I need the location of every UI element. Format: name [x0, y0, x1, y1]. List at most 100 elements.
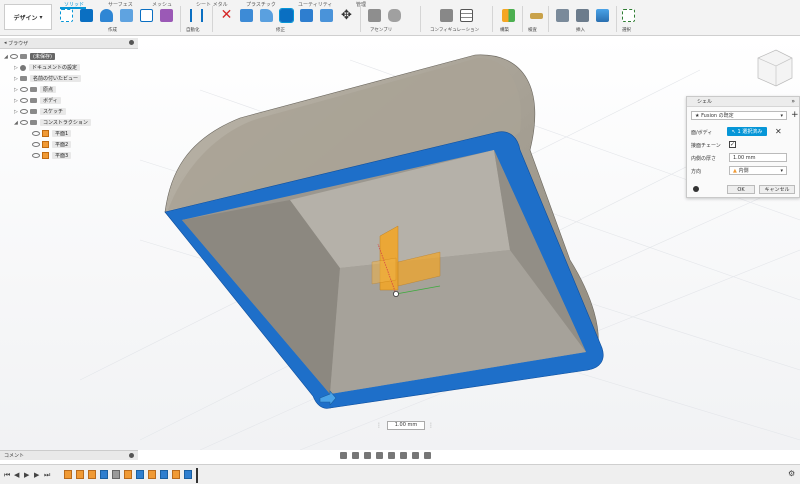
hole-icon[interactable]: [120, 9, 133, 22]
dialog-collapse-icon[interactable]: »: [791, 98, 795, 105]
info-icon[interactable]: [693, 186, 699, 192]
combine-icon[interactable]: [300, 9, 313, 22]
revolve-icon[interactable]: [100, 9, 113, 22]
clear-selection-icon[interactable]: ✕: [775, 127, 782, 136]
timeline-feature[interactable]: [136, 470, 144, 479]
select-group-label[interactable]: 選択: [622, 27, 631, 33]
timeline-feature[interactable]: [112, 470, 120, 479]
table-icon[interactable]: [460, 9, 473, 22]
timeline-feature[interactable]: [100, 470, 108, 479]
orbit-icon[interactable]: [340, 451, 347, 459]
timeline-feature[interactable]: [124, 470, 132, 479]
tab-utilities[interactable]: ユーティリティ: [298, 1, 332, 8]
tab-manage[interactable]: 管理: [356, 1, 366, 8]
direction-dropdown[interactable]: ▲ 内側 ▾: [729, 166, 787, 175]
tree-item-origin[interactable]: ▷ 原点: [14, 85, 57, 94]
new-component-icon[interactable]: [368, 9, 381, 22]
assemble-group-label[interactable]: アセンブリ: [370, 27, 392, 33]
preset-dropdown[interactable]: ★ Fusion の既定 ▾: [691, 111, 787, 120]
origin-point[interactable]: [392, 290, 399, 297]
insert-group-label[interactable]: 挿入: [576, 27, 585, 33]
select-icon[interactable]: [622, 9, 635, 22]
pan-icon[interactable]: [364, 451, 371, 459]
joint-icon[interactable]: [388, 9, 401, 22]
tree-item-construction[interactable]: ◢ コンストラクション: [14, 118, 91, 127]
visibility-eye-icon[interactable]: [32, 142, 40, 147]
visibility-eye-icon[interactable]: [20, 98, 28, 103]
visibility-eye-icon[interactable]: [32, 131, 40, 136]
comments-panel[interactable]: コメント: [0, 450, 138, 460]
timeline-settings-gear-icon[interactable]: ⚙: [788, 469, 795, 478]
visibility-eye-icon[interactable]: [20, 109, 28, 114]
tree-item-sketches[interactable]: ▷ スケッチ: [14, 107, 67, 116]
display-settings-icon[interactable]: [400, 451, 407, 459]
construct-plane-icon[interactable]: [502, 9, 515, 22]
play-icon[interactable]: ▶: [24, 471, 29, 479]
ok-button[interactable]: OK: [727, 185, 755, 194]
visibility-eye-icon[interactable]: [32, 153, 40, 158]
tree-item-bodies[interactable]: ▷ ボディ: [14, 96, 61, 105]
zoom-icon[interactable]: [376, 451, 383, 459]
viewports-icon[interactable]: [424, 451, 431, 459]
visibility-eye-icon[interactable]: [20, 87, 28, 92]
tab-mesh[interactable]: メッシュ: [152, 1, 172, 8]
add-preset-icon[interactable]: +: [791, 110, 799, 120]
browser-collapse-icon[interactable]: [129, 40, 134, 45]
timeline-feature[interactable]: [148, 470, 156, 479]
inspect-group-label[interactable]: 検査: [528, 27, 537, 33]
grid-settings-icon[interactable]: [412, 451, 419, 459]
configure-icon[interactable]: [440, 9, 453, 22]
create-group-label[interactable]: 作成: [108, 27, 117, 33]
comments-add-icon[interactable]: [129, 453, 134, 458]
timeline-feature[interactable]: [184, 470, 192, 479]
insert-canvas-icon[interactable]: [596, 9, 609, 22]
modify-group-label[interactable]: 修正: [276, 27, 285, 33]
design-workspace-button[interactable]: デザイン ▾: [4, 4, 52, 30]
go-to-end-icon[interactable]: ⏭: [44, 471, 50, 480]
timeline-feature[interactable]: [88, 470, 96, 479]
face-body-selection-button[interactable]: ↖ 1 選択済み: [727, 127, 767, 136]
fillet-icon[interactable]: [260, 9, 273, 22]
cancel-button[interactable]: キャンセル: [759, 185, 795, 194]
tree-item-plane2[interactable]: 平面2: [32, 140, 72, 149]
create-sketch-icon[interactable]: [60, 9, 73, 22]
tab-plastic[interactable]: プラスチック: [246, 1, 276, 8]
box-icon[interactable]: [160, 9, 173, 22]
shell-dialog-header[interactable]: シェル »: [687, 97, 799, 107]
automate-icon[interactable]: [190, 9, 203, 22]
timeline-feature[interactable]: [160, 470, 168, 479]
look-at-icon[interactable]: [352, 451, 359, 459]
options-icon[interactable]: ⋮: [428, 422, 434, 429]
tree-item-plane3[interactable]: 平面3: [32, 151, 72, 160]
measure-icon[interactable]: [530, 13, 543, 19]
go-to-start-icon[interactable]: ⏮: [4, 471, 10, 480]
move-icon[interactable]: ✥: [340, 9, 353, 22]
step-forward-icon[interactable]: ▶: [34, 471, 39, 479]
drag-handle-icon[interactable]: ⋮: [376, 422, 382, 429]
visibility-eye-icon[interactable]: [10, 54, 18, 59]
step-back-icon[interactable]: ◀: [14, 471, 19, 479]
tree-item-named-views[interactable]: ▷ 名前の付いたビュー: [14, 74, 82, 83]
fit-icon[interactable]: [388, 451, 395, 459]
timeline-feature[interactable]: [76, 470, 84, 479]
split-body-icon[interactable]: [320, 9, 333, 22]
automate-group-label[interactable]: 自動化: [186, 27, 200, 33]
inside-thickness-input[interactable]: 1.00 mm: [729, 153, 787, 162]
timeline-feature[interactable]: [64, 470, 72, 479]
press-pull-icon[interactable]: [240, 9, 253, 22]
shell-icon[interactable]: [279, 8, 294, 23]
configure-group-label[interactable]: コンフィギュレーション: [430, 27, 479, 33]
delete-icon[interactable]: ✕: [220, 8, 233, 22]
extrude-icon[interactable]: [80, 9, 93, 22]
timeline-marker[interactable]: [196, 468, 198, 483]
tree-root[interactable]: ◢ (未保存): [4, 52, 55, 61]
tree-item-document-settings[interactable]: ▷ ドキュメントの設定: [14, 63, 81, 72]
tangent-chain-checkbox[interactable]: ✓: [729, 141, 736, 148]
timeline-feature[interactable]: [172, 470, 180, 479]
construct-group-label[interactable]: 構築: [500, 27, 509, 33]
insert-mesh-icon[interactable]: [576, 9, 589, 22]
visibility-eye-icon[interactable]: [20, 120, 28, 125]
pattern-icon[interactable]: [140, 9, 153, 22]
browser-header[interactable]: ◂ ブラウザ: [0, 38, 138, 49]
tree-item-plane1[interactable]: 平面1: [32, 129, 72, 138]
